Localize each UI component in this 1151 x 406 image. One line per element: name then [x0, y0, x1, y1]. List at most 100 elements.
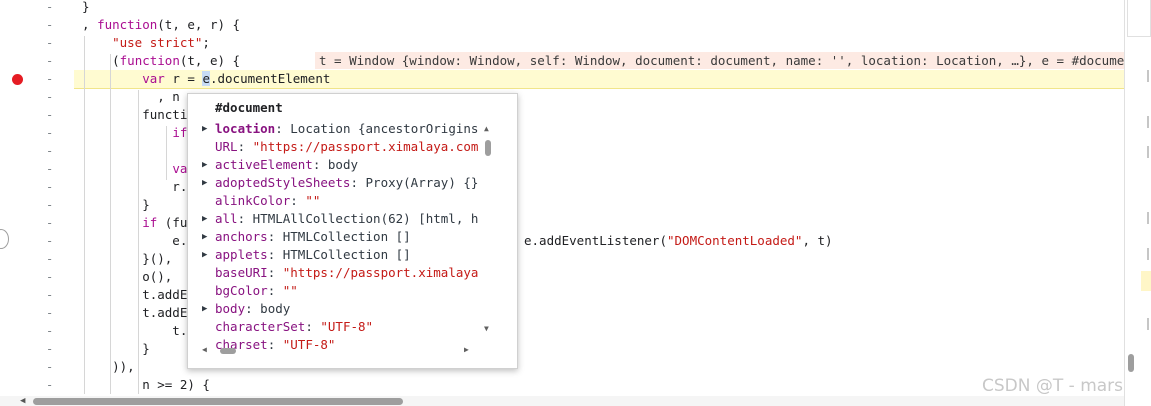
csdn-watermark: CSDN @T - mars — [982, 376, 1124, 396]
property-row[interactable]: ▶ anchors: HTMLCollection [] — [188, 228, 478, 246]
expand-triangle-icon[interactable]: ▶ — [202, 120, 207, 138]
gutter-row[interactable]: - — [0, 178, 70, 196]
property-row[interactable]: ▶ all: HTMLAllCollection(62) [html, hea — [188, 210, 478, 228]
editor-vertical-scrollbar-thumb[interactable] — [1128, 354, 1134, 372]
paused-position-marker — [1141, 271, 1151, 291]
property-separator: : — [275, 121, 291, 136]
inline-variable-values[interactable]: t = Window {window: Window, self: Window… — [315, 52, 1124, 69]
breakpoint-icon[interactable] — [12, 74, 23, 85]
right-sidebar-strip — [1124, 0, 1151, 406]
popover-horizontal-scrollbar-thumb[interactable] — [220, 348, 236, 354]
gutter-row[interactable]: - — [0, 70, 70, 88]
editor-horizontal-scrollbar[interactable]: ◀ — [0, 396, 1124, 406]
code-line[interactable]: , function(t, e, r) { — [82, 16, 240, 34]
code-line[interactable]: t.addEv — [82, 286, 195, 304]
property-row[interactable]: bgColor: "" — [188, 282, 478, 300]
property-text: URL: "https://passport.ximalaya.com/p — [215, 138, 478, 156]
property-value: "https://passport.ximalaya.com/p — [252, 139, 478, 154]
popover-vertical-scrollbar-thumb[interactable] — [485, 140, 491, 156]
gutter-row[interactable]: - — [0, 124, 70, 142]
property-separator: : — [245, 301, 261, 316]
object-preview-popover[interactable]: #document ▶ location: Location {ancestorO… — [187, 93, 518, 369]
expand-triangle-icon[interactable]: ▶ — [202, 246, 207, 264]
scroll-marker — [1147, 70, 1149, 82]
gutter-row[interactable]: - — [0, 52, 70, 70]
gutter-row[interactable]: - — [0, 250, 70, 268]
gutter-row[interactable]: - — [0, 340, 70, 358]
gutter-row[interactable]: - — [0, 106, 70, 124]
code-line[interactable]: , n = — [82, 88, 195, 106]
editor-horizontal-scrollbar-thumb[interactable] — [33, 398, 403, 405]
code-line[interactable]: }(), — [82, 250, 172, 268]
panel-tab[interactable] — [1127, 0, 1151, 37]
code-line[interactable]: var r = e.documentElement — [82, 70, 330, 88]
property-name: activeElement — [215, 157, 313, 172]
scroll-left-arrow-icon[interactable]: ◀ — [20, 396, 25, 406]
expand-triangle-icon[interactable]: ▶ — [202, 228, 207, 246]
code-line[interactable]: t.p — [82, 322, 195, 340]
popover-vertical-scrollbar[interactable]: ▲ ▼ — [483, 124, 493, 336]
gutter-row[interactable]: - — [0, 376, 70, 394]
gutter-row[interactable]: - — [0, 160, 70, 178]
property-row[interactable]: ▶ activeElement: body — [188, 156, 478, 174]
code-line[interactable]: e.b — [82, 232, 195, 250]
gutter-row[interactable]: - — [0, 322, 70, 340]
code-line[interactable]: } — [82, 0, 90, 16]
code-line[interactable]: if (fun — [82, 214, 195, 232]
property-value: "UTF-8" — [320, 319, 374, 334]
code-line[interactable]: } — [82, 340, 150, 358]
expand-triangle-icon[interactable]: ▶ — [202, 300, 207, 318]
gutter-dash: - — [46, 252, 54, 266]
gutter-row[interactable]: - — [0, 214, 70, 232]
gutter-row[interactable]: - — [0, 0, 70, 16]
expand-triangle-icon[interactable]: ▶ — [202, 210, 207, 228]
gutter-row[interactable]: - — [0, 304, 70, 322]
code-line[interactable]: )), — [82, 358, 135, 376]
property-row[interactable]: ▶ applets: HTMLCollection [] — [188, 246, 478, 264]
expand-triangle-icon[interactable]: ▶ — [202, 156, 207, 174]
property-value: Proxy(Array) {} — [365, 175, 478, 190]
property-name: location — [215, 121, 276, 136]
gutter-row[interactable]: - — [0, 268, 70, 286]
popover-horizontal-scrollbar[interactable]: ◀ ▶ — [202, 345, 472, 356]
property-text: location: Location {ancestorOrigins: — [215, 120, 478, 138]
code-line[interactable]: functio — [82, 106, 195, 124]
property-row[interactable]: ▶ body: body — [188, 300, 478, 318]
property-separator: : — [312, 157, 328, 172]
code-line[interactable]: var — [82, 160, 195, 178]
code-line[interactable]: "use strict"; — [82, 34, 210, 52]
gutter-row[interactable]: - — [0, 286, 70, 304]
property-separator: : — [237, 211, 253, 226]
code-line[interactable]: } — [82, 196, 150, 214]
property-row[interactable]: alinkColor: "" — [188, 192, 478, 210]
code-line[interactable]: n >= 2) { — [82, 376, 210, 394]
code-line-tail[interactable]: e.addEventListener("DOMContentLoaded", t… — [524, 232, 833, 250]
property-name: applets — [215, 247, 268, 262]
gutter-row[interactable]: - — [0, 196, 70, 214]
scroll-left-arrow-icon[interactable]: ◀ — [202, 345, 207, 354]
property-value: "" — [305, 193, 321, 208]
scroll-down-arrow-icon[interactable]: ▼ — [484, 324, 489, 333]
code-line[interactable]: r.s — [82, 178, 195, 196]
property-row[interactable]: URL: "https://passport.ximalaya.com/p — [188, 138, 478, 156]
code-line[interactable]: (function(t, e) { — [82, 52, 240, 70]
property-row[interactable]: baseURI: "https://passport.ximalaya.c — [188, 264, 478, 282]
expand-triangle-icon[interactable]: ▶ — [202, 174, 207, 192]
gutter-row[interactable]: - — [0, 88, 70, 106]
property-row[interactable]: ▶ location: Location {ancestorOrigins: — [188, 120, 478, 138]
property-separator: : — [267, 247, 283, 262]
gutter-row[interactable]: - — [0, 358, 70, 376]
code-line[interactable]: o(), — [82, 268, 172, 286]
property-row[interactable]: ▶ adoptedStyleSheets: Proxy(Array) {} — [188, 174, 478, 192]
code-line[interactable]: t.addEv — [82, 304, 195, 322]
scroll-right-arrow-icon[interactable]: ▶ — [464, 345, 469, 354]
property-name: body — [215, 301, 246, 316]
gutter-dash: - — [46, 234, 54, 248]
code-line[interactable]: if — [82, 124, 187, 142]
property-row[interactable]: characterSet: "UTF-8" — [188, 318, 478, 336]
gutter-row[interactable]: - — [0, 232, 70, 250]
gutter-row[interactable]: - — [0, 16, 70, 34]
scroll-up-arrow-icon[interactable]: ▲ — [484, 124, 489, 133]
gutter-row[interactable]: - — [0, 142, 70, 160]
gutter-row[interactable]: - — [0, 34, 70, 52]
